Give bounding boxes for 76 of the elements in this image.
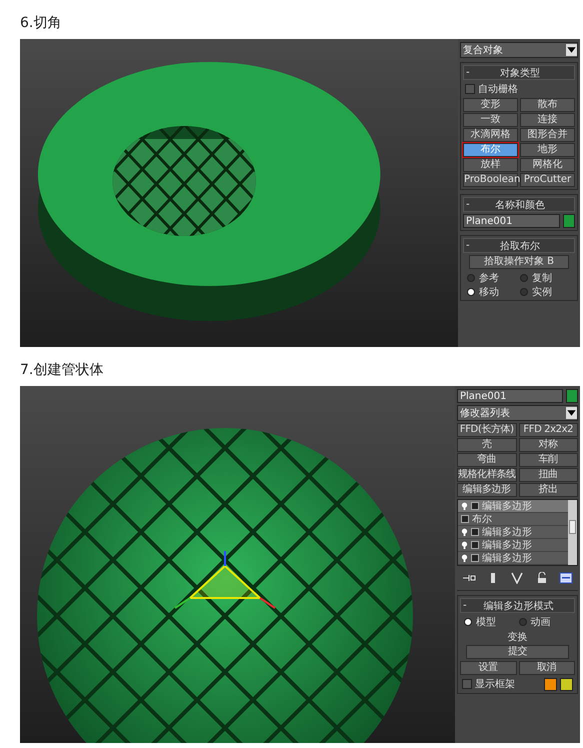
tool-button[interactable]: 挤出 (518, 483, 578, 497)
name-field[interactable]: Plane001 (457, 389, 563, 403)
tool-button[interactable]: 地形 (520, 143, 575, 157)
configure-icon[interactable] (558, 572, 573, 584)
collapse-toggle[interactable]: - (464, 240, 476, 251)
square-icon (471, 528, 479, 536)
tool-button[interactable]: 布尔 (463, 143, 518, 157)
color-swatch[interactable] (560, 678, 573, 690)
collapse-toggle[interactable]: - (464, 67, 476, 78)
rollout-header[interactable]: - 名称和颜色 (463, 197, 575, 212)
tool-button[interactable]: 设置 (460, 661, 516, 675)
action-button[interactable]: 拾取操作对象 B (469, 255, 569, 269)
tool-button[interactable]: 放样 (463, 158, 518, 172)
tool-button[interactable]: FFD 2x2x2 (518, 423, 578, 437)
action-button[interactable]: 提交 (466, 645, 569, 659)
light-bulb-icon[interactable] (461, 554, 468, 562)
light-bulb-icon[interactable] (461, 502, 468, 510)
tool-button[interactable]: 规格化样条线 (457, 468, 516, 482)
tool-button[interactable]: 散布 (520, 98, 575, 112)
radio-option[interactable]: 复制 (520, 271, 571, 284)
section-heading: 7.创建管状体 (19, 361, 104, 380)
tool-button[interactable]: 弯曲 (457, 453, 516, 467)
tool-button[interactable]: 壳 (457, 438, 516, 452)
dropdown-arrow-icon (566, 44, 577, 56)
radio-option[interactable]: 移动 (467, 285, 518, 298)
collapse-toggle[interactable]: - (461, 600, 473, 611)
rollout-header[interactable]: - 拾取布尔 (463, 238, 575, 253)
tool-button[interactable]: 编辑多边形 (457, 483, 516, 497)
tool-button[interactable]: 网格化 (520, 158, 575, 172)
section-heading: 6.切角 (19, 14, 62, 33)
tool-button[interactable]: 扭曲 (518, 468, 578, 482)
square-icon (471, 554, 479, 562)
stack-item[interactable]: 编辑多边形 (458, 552, 568, 565)
tool-button[interactable]: ProBoolean (463, 173, 518, 187)
scrollbar[interactable] (568, 500, 577, 565)
stack-item[interactable]: 编辑多边形 (458, 526, 568, 539)
checkbox[interactable] (462, 679, 472, 689)
tool-button[interactable]: 取消 (518, 661, 575, 675)
tool-button[interactable]: 连接 (520, 113, 575, 127)
tool-button[interactable]: 一致 (463, 113, 518, 127)
dropdown[interactable]: 复合对象 (460, 42, 578, 58)
fork-icon[interactable] (510, 572, 524, 584)
rollout-header[interactable]: - 对象类型 (463, 65, 575, 80)
square-icon (461, 515, 469, 523)
light-bulb-icon[interactable] (461, 528, 468, 536)
radio-option[interactable]: 模型 (464, 615, 516, 628)
checkbox[interactable] (465, 84, 475, 94)
checkbox-label: 显示框架 (475, 678, 515, 691)
light-bulb-icon[interactable] (461, 540, 468, 550)
tool-button[interactable]: 水滴网格 (463, 128, 518, 142)
color-swatch[interactable] (566, 389, 578, 403)
tool-button[interactable]: 车削 (518, 453, 578, 467)
stack-item[interactable]: 编辑多边形 (458, 539, 568, 552)
stack-item[interactable]: 布尔 (458, 513, 568, 526)
square-icon (471, 541, 479, 549)
tool-button[interactable]: 变形 (463, 98, 518, 112)
square-icon (471, 502, 479, 510)
radio-option[interactable]: 参考 (467, 271, 518, 284)
color-swatch[interactable] (544, 678, 557, 690)
tool-button[interactable]: 图形合并 (520, 128, 575, 142)
dropdown-arrow-icon (566, 407, 577, 419)
radio-option[interactable]: 动画 (518, 615, 571, 628)
collapse-toggle[interactable]: - (464, 199, 476, 210)
dropdown[interactable]: 修改器列表 (457, 405, 578, 421)
color-swatch[interactable] (563, 214, 575, 228)
tool-button[interactable]: ProCutter (520, 173, 575, 187)
group-label: 变换 (506, 630, 528, 643)
radio-option[interactable]: 实例 (520, 285, 571, 298)
pin-icon[interactable] (462, 572, 476, 584)
transform-gizmo-icon (174, 551, 276, 609)
tool-button[interactable]: FFD(长方体) (457, 423, 516, 437)
checkbox-label: 自动栅格 (478, 82, 518, 96)
name-field[interactable]: Plane001 (463, 214, 560, 228)
stack-item[interactable]: 编辑多边形 (458, 500, 568, 513)
tool-button[interactable]: 对称 (518, 438, 578, 452)
rollout-header[interactable]: - 编辑多边形模式 (460, 598, 575, 613)
